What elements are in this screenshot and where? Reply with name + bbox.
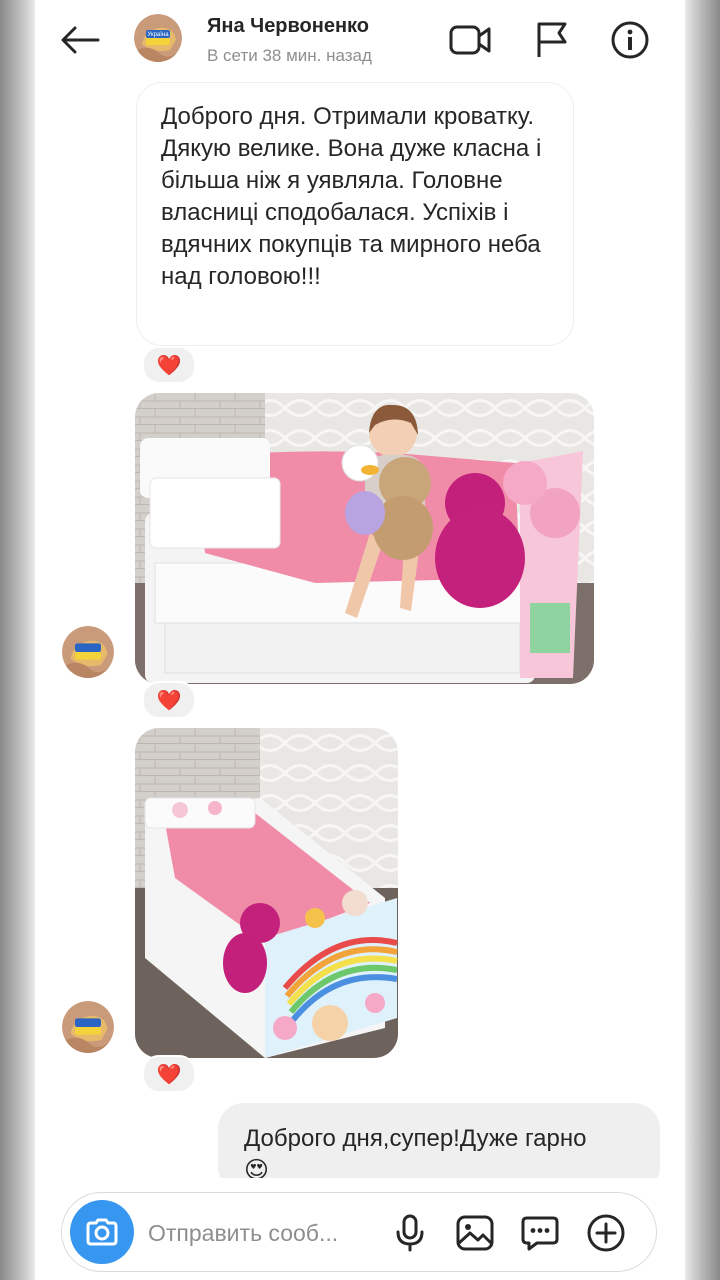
camera-button[interactable] [70,1200,134,1264]
message-text: Доброго дня. Отримали кроватку. Дякую ве… [161,103,542,290]
heart-reaction-icon: ❤️ [156,689,182,712]
bed-photo-image [135,393,594,684]
sender-avatar[interactable] [62,626,114,678]
gallery-icon [456,1215,494,1251]
message-text: Доброго дня,супер!Дуже гарно [244,1125,587,1152]
video-call-icon [449,25,491,55]
svg-text:Україна: Україна [147,32,169,38]
report-button[interactable] [530,18,574,62]
gallery-button[interactable] [453,1211,497,1255]
message-composer [61,1192,657,1272]
heart-reaction-icon: ❤️ [156,1063,182,1086]
back-arrow-icon [61,26,100,54]
flag-icon [537,22,567,57]
info-icon [611,21,649,59]
sender-avatar[interactable] [62,1001,114,1053]
back-button[interactable] [58,18,102,62]
chat-header: Україна Яна Червоненко В сети 38 мин. на… [36,0,684,82]
message-reaction[interactable]: ❤️ [142,346,196,384]
sticker-icon [521,1216,559,1251]
message-reaction[interactable]: ❤️ [142,1055,196,1093]
incoming-photo-bed-rainbow-panel[interactable] [135,728,398,1058]
microphone-icon [396,1214,424,1252]
plus-icon [587,1214,625,1252]
online-status: В сети 38 мин. назад [207,46,372,65]
incoming-message-bubble[interactable]: Доброго дня. Отримали кроватку. Дякую ве… [136,82,574,346]
message-input[interactable] [148,1217,378,1249]
incoming-photo-bed-with-girl[interactable] [135,393,594,684]
info-button[interactable] [608,18,652,62]
bed-photo-image [135,728,398,1058]
message-reaction[interactable]: ❤️ [142,681,196,719]
dm-screen: Україна Яна Червоненко В сети 38 мин. на… [36,0,684,1280]
voice-message-button[interactable] [388,1211,432,1255]
more-actions-button[interactable] [584,1211,628,1255]
heart-reaction-icon: ❤️ [156,354,182,377]
camera-icon [86,1218,118,1246]
video-call-button[interactable] [448,18,492,62]
sticker-button[interactable] [518,1211,562,1255]
contact-name[interactable]: Яна Червоненко [207,15,369,38]
contact-avatar[interactable]: Україна [134,14,182,62]
